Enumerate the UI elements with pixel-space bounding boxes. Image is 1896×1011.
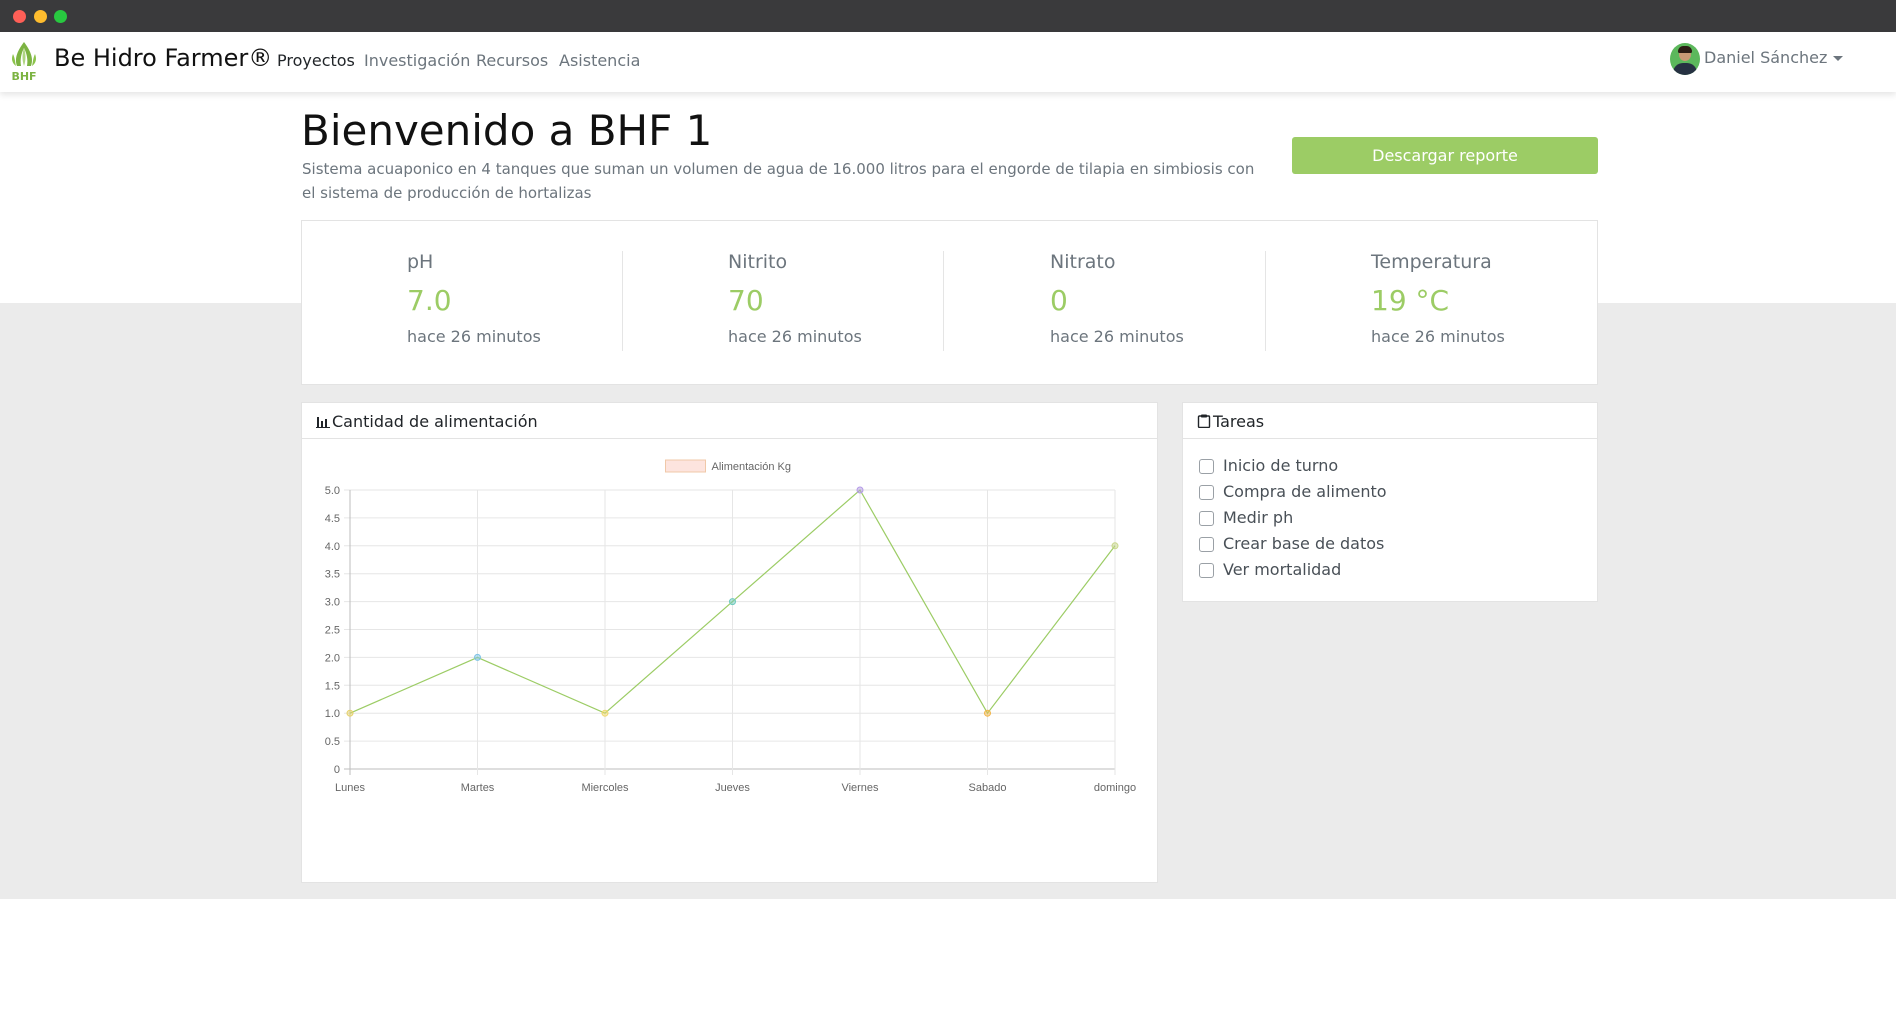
stat-temperatura: Temperatura 19 °C hace 26 minutos [1266, 251, 1587, 351]
x-tick-label: Martes [461, 782, 495, 794]
card-header: Tareas [1183, 403, 1597, 439]
data-point [1111, 542, 1119, 550]
task-checkbox[interactable] [1199, 511, 1214, 526]
stat-time: hace 26 minutos [407, 327, 541, 346]
y-tick-label: 3.0 [325, 597, 340, 609]
user-name: Daniel Sánchez [1704, 48, 1828, 67]
page-description: Sistema acuaponico en 4 tanques que suma… [302, 160, 1255, 202]
y-tick-label: 2.5 [325, 625, 340, 637]
y-tick-label: 3.5 [325, 569, 340, 581]
x-tick-label: Miercoles [581, 782, 629, 794]
stat-ph: pH 7.0 hace 26 minutos [302, 251, 623, 351]
x-tick-label: Viernes [841, 782, 879, 794]
x-tick-label: Jueves [715, 782, 750, 794]
nav-asistencia[interactable]: Asistencia [559, 51, 640, 70]
stat-label: pH [407, 251, 434, 273]
y-tick-label: 5.0 [325, 485, 340, 497]
tasks-card: Tareas Inicio de turno Compra de aliment… [1182, 402, 1598, 602]
x-tick-label: domingo [1094, 782, 1136, 794]
data-point [729, 598, 736, 606]
stat-value: 70 [728, 284, 764, 317]
task-label[interactable]: Crear base de datos [1223, 534, 1384, 553]
feeding-chart-card: Cantidad de alimentación 0 0.5 1.0 1.5 2.0 2.… [301, 402, 1158, 883]
stat-value: 19 °C [1371, 284, 1450, 317]
stat-time: hace 26 minutos [1050, 327, 1184, 346]
bar-chart-icon [316, 417, 330, 428]
x-tick-label: Lunes [335, 782, 365, 794]
stat-label: Nitrito [728, 251, 788, 273]
chart-legend: Alimentación Kg [665, 459, 792, 473]
clipboard-icon [1197, 414, 1211, 428]
maximize-window-button[interactable] [54, 10, 67, 23]
data-point [984, 709, 991, 717]
brand-name[interactable]: Be Hidro Farmer® [54, 44, 272, 72]
x-tick-label: Sabado [969, 782, 1007, 794]
stat-label: Temperatura [1371, 251, 1492, 273]
avatar [1670, 43, 1700, 75]
top-navbar: BHF Be Hidro Farmer® Proyectos Investiga… [0, 32, 1896, 92]
stat-value: 0 [1050, 284, 1068, 317]
chevron-down-icon [1833, 56, 1843, 61]
stats-card: pH 7.0 hace 26 minutos Nitrito 70 hace 2… [301, 220, 1598, 385]
task-label[interactable]: Medir ph [1223, 508, 1293, 527]
window-titlebar [0, 0, 1896, 32]
tasks-card-title: Tareas [1213, 412, 1265, 431]
y-tick-label: 4.5 [325, 513, 340, 525]
bhf-logo-icon[interactable]: BHF [8, 40, 40, 82]
y-tick-label: 0 [334, 764, 340, 776]
minimize-window-button[interactable] [34, 10, 47, 23]
legend-swatch [665, 459, 706, 473]
stat-time: hace 26 minutos [1371, 327, 1505, 346]
y-tick-label: 4.0 [325, 541, 340, 553]
nav-recursos[interactable]: Recursos [476, 51, 548, 70]
task-label[interactable]: Compra de alimento [1223, 482, 1387, 501]
x-axis-ticks: Lunes Martes Miercoles Jueves Viernes Sabado d… [335, 782, 1136, 794]
data-point [346, 709, 354, 717]
card-header: Cantidad de alimentación [302, 403, 1157, 439]
data-point [856, 486, 864, 494]
data-point [474, 653, 481, 661]
y-tick-label: 1.5 [325, 680, 340, 692]
y-axis-ticks: 0 0.5 1.0 1.5 2.0 2.5 3.0 3.5 4.0 4.5 5.0 [325, 485, 340, 776]
close-window-button[interactable] [13, 10, 26, 23]
stat-value: 7.0 [407, 284, 452, 317]
task-checkbox[interactable] [1199, 537, 1214, 552]
task-checkbox[interactable] [1199, 485, 1214, 500]
page-title: Bienvenido a BHF 1 [301, 106, 713, 155]
y-tick-label: 2.0 [325, 652, 340, 664]
stat-nitrato: Nitrato 0 hace 26 minutos [945, 251, 1266, 351]
y-tick-label: 0.5 [325, 736, 340, 748]
download-report-button[interactable]: Descargar reporte [1292, 137, 1598, 174]
data-point [601, 709, 609, 717]
nav-investigacion[interactable]: Investigación [364, 51, 470, 70]
stat-label: Nitrato [1050, 251, 1116, 273]
task-checkbox[interactable] [1199, 459, 1214, 474]
chart-grid [344, 489, 1116, 775]
y-tick-label: 1.0 [325, 708, 340, 720]
task-label[interactable]: Inicio de turno [1223, 456, 1338, 475]
feeding-line-chart[interactable]: 0 0.5 1.0 1.5 2.0 2.5 3.0 3.5 4.0 4.5 5.0 Lunes Mar… [302, 439, 1157, 882]
legend-label: Alimentación Kg [712, 461, 792, 473]
logo-text: BHF [11, 70, 36, 82]
stat-time: hace 26 minutos [728, 327, 862, 346]
task-label[interactable]: Ver mortalidad [1223, 560, 1341, 579]
nav-proyectos[interactable]: Proyectos [277, 51, 355, 70]
chart-card-title: Cantidad de alimentación [332, 412, 538, 431]
task-checkbox[interactable] [1199, 563, 1214, 578]
stat-nitrito: Nitrito 70 hace 26 minutos [623, 251, 944, 351]
